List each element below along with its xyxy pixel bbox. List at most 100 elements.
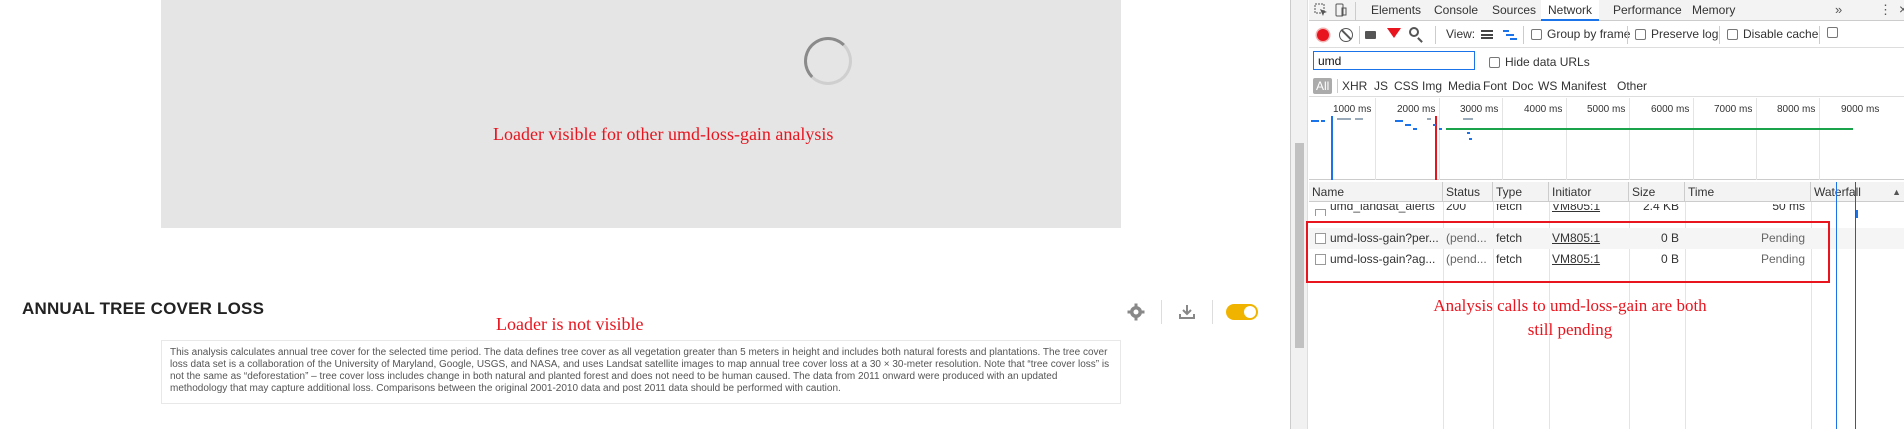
checkbox[interactable] <box>1531 28 1542 40</box>
type-filter-xhr[interactable]: XHR <box>1339 78 1370 94</box>
timeline-label: 3000 ms <box>1460 104 1499 115</box>
waterfall-load-line <box>1855 182 1856 429</box>
type-filter-doc[interactable]: Doc <box>1509 78 1536 94</box>
checkbox[interactable] <box>1727 28 1738 40</box>
preserve-log-checkbox[interactable]: Preserve log <box>1635 27 1718 41</box>
column-initiator[interactable]: Initiator <box>1549 182 1629 202</box>
tab-performance[interactable]: Performance <box>1606 0 1689 21</box>
widget-description: This analysis calculates annual tree cov… <box>170 347 1110 394</box>
toolbar-divider <box>1435 26 1436 44</box>
large-rows-icon[interactable] <box>1481 30 1493 39</box>
request-mark <box>1469 138 1472 140</box>
timeline-gridline <box>1439 98 1440 180</box>
device-toolbar-icon[interactable] <box>1333 3 1349 17</box>
checkbox[interactable] <box>1635 28 1646 40</box>
widget-toggle-switch[interactable] <box>1226 304 1258 320</box>
toolbar-divider <box>1719 26 1720 44</box>
toolbar-divider <box>1359 26 1360 44</box>
close-icon[interactable]: × <box>1899 1 1904 17</box>
type-filter-img[interactable]: Img <box>1419 78 1445 94</box>
table-header: Name Status Type Initiator Size Time Wat… <box>1309 182 1904 202</box>
type-filter-css[interactable]: CSS <box>1391 78 1422 94</box>
scrollbar-thumb[interactable] <box>1295 143 1304 348</box>
tab-memory[interactable]: Memory <box>1685 0 1742 21</box>
timeline-label: 5000 ms <box>1587 104 1626 115</box>
search-icon[interactable] <box>1409 27 1419 37</box>
timeline-label: 2000 ms <box>1397 104 1436 115</box>
timeline-label: 9000 ms <box>1841 104 1880 115</box>
type-filter-manifest[interactable]: Manifest <box>1558 78 1609 94</box>
loading-spinner-icon <box>804 37 852 85</box>
filter-icon[interactable] <box>1387 28 1401 38</box>
request-mark <box>1467 132 1470 134</box>
row-checkbox[interactable] <box>1315 209 1326 216</box>
request-mark <box>1395 120 1403 122</box>
timeline-label: 1000 ms <box>1333 104 1372 115</box>
toolbar-divider <box>1627 26 1628 44</box>
request-mark <box>1311 120 1319 122</box>
tab-console[interactable]: Console <box>1427 0 1485 21</box>
devtools-main: Elements Console Sources Network Perform… <box>1309 0 1904 429</box>
type-filter-font[interactable]: Font <box>1480 78 1510 94</box>
record-icon[interactable] <box>1317 29 1329 41</box>
download-icon[interactable] <box>1175 300 1199 324</box>
checkbox[interactable] <box>1827 27 1838 38</box>
more-tabs-icon[interactable]: » <box>1835 2 1842 17</box>
request-mark <box>1433 124 1436 126</box>
request-initiator[interactable]: VM805:1 <box>1549 204 1629 216</box>
request-mark <box>1337 118 1351 120</box>
type-filter-other[interactable]: Other <box>1614 78 1650 94</box>
timeline-gridline <box>1819 98 1820 180</box>
request-mark <box>1439 128 1442 130</box>
view-label: View: <box>1446 27 1476 41</box>
group-by-frame-checkbox[interactable]: Group by frame <box>1531 27 1630 41</box>
table-row[interactable]: umd_landsat_alerts 200 fetch VM805:1 2.4… <box>1309 204 1904 216</box>
web-page: Loader visible for other umd-loss-gain a… <box>0 0 1290 429</box>
toolbar-divider <box>1819 26 1820 44</box>
request-mark <box>1463 118 1473 120</box>
type-filter-media[interactable]: Media <box>1445 78 1484 94</box>
page-scrollbar[interactable] <box>1291 0 1308 429</box>
filter-input[interactable] <box>1313 51 1475 70</box>
widget-toolbar <box>1124 300 1258 324</box>
type-filter-all[interactable]: All <box>1313 78 1333 94</box>
inspect-element-icon[interactable] <box>1313 3 1329 17</box>
dom-content-loaded-marker <box>1331 116 1333 180</box>
request-size: 2.4 KB <box>1642 204 1679 213</box>
type-filter-ws[interactable]: WS <box>1535 78 1560 94</box>
widget-title: ANNUAL TREE COVER LOSS <box>22 299 265 318</box>
timeline-label: 4000 ms <box>1524 104 1563 115</box>
request-mark <box>1405 124 1411 126</box>
network-overview-timeline[interactable]: 1000 ms 2000 ms 3000 ms 4000 ms 5000 ms … <box>1309 98 1904 180</box>
loader-panel <box>161 0 1121 228</box>
column-type[interactable]: Type <box>1493 182 1549 202</box>
column-time[interactable]: Time <box>1685 182 1811 202</box>
column-waterfall[interactable]: Waterfall ▲ <box>1811 182 1904 202</box>
offline-checkbox[interactable] <box>1827 27 1843 38</box>
tab-network[interactable]: Network <box>1541 0 1600 21</box>
timeline-gridline <box>1566 98 1567 180</box>
gear-icon[interactable] <box>1124 300 1148 324</box>
kebab-menu-icon[interactable]: ⋮ <box>1879 2 1892 18</box>
timeline-label: 7000 ms <box>1714 104 1753 115</box>
checkbox[interactable] <box>1489 56 1500 68</box>
widget-description-box: This analysis calculates annual tree cov… <box>161 340 1121 404</box>
type-filter-js[interactable]: JS <box>1371 78 1391 94</box>
request-mark <box>1321 120 1325 122</box>
column-size[interactable]: Size <box>1629 182 1685 202</box>
capture-screenshots-icon[interactable] <box>1365 31 1376 39</box>
clear-icon[interactable] <box>1339 28 1353 42</box>
disable-cache-checkbox[interactable]: Disable cache <box>1727 27 1818 41</box>
hide-data-urls-checkbox[interactable]: Hide data URLs <box>1489 55 1590 69</box>
timeline-gridline <box>1502 98 1503 180</box>
tab-elements[interactable]: Elements <box>1364 0 1428 21</box>
request-mark <box>1355 118 1363 120</box>
column-status[interactable]: Status <box>1443 182 1493 202</box>
tab-sources[interactable]: Sources <box>1485 0 1543 21</box>
pending-requests-highlight <box>1306 221 1830 283</box>
request-type: fetch <box>1496 204 1523 213</box>
waterfall-dom-content-loaded-line <box>1836 182 1837 429</box>
column-name[interactable]: Name <box>1309 182 1443 202</box>
overview-icon[interactable] <box>1503 29 1517 41</box>
hide-data-urls-label: Hide data URLs <box>1505 55 1590 69</box>
